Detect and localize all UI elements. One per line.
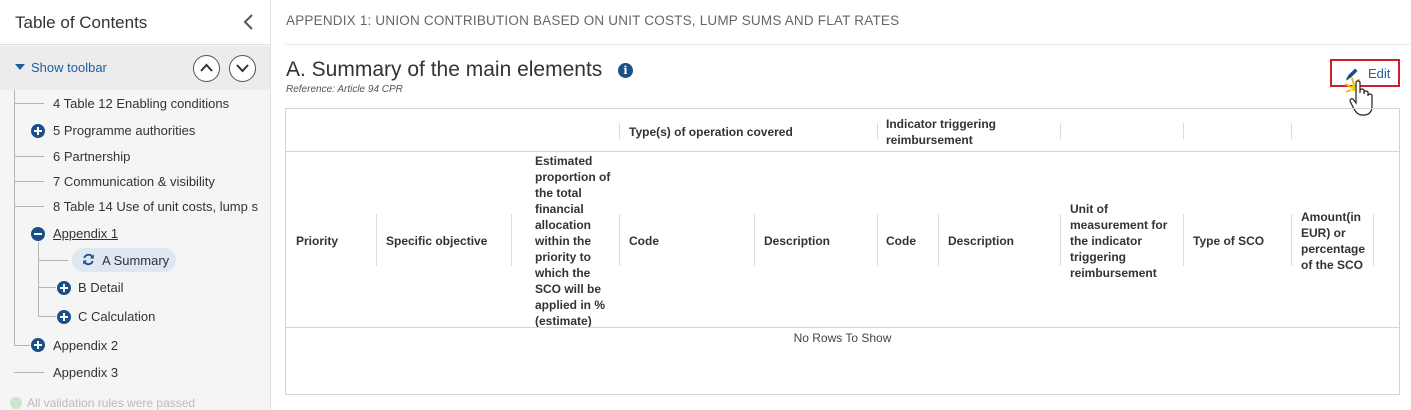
expand-icon[interactable] [31, 124, 45, 138]
toc-item-communication[interactable]: 7 Communication & visibility [53, 174, 215, 189]
toc-item-appendix-1[interactable]: Appendix 1 [53, 226, 118, 241]
info-icon[interactable]: i [618, 63, 633, 78]
summary-table: Type(s) of operation covered Indicator t… [285, 108, 1400, 395]
collapse-sidebar-icon[interactable] [240, 12, 258, 32]
refresh-icon [82, 253, 95, 271]
expand-icon[interactable] [57, 310, 71, 324]
show-toolbar-label: Show toolbar [31, 60, 107, 75]
toc-item-appendix-2[interactable]: Appendix 2 [53, 338, 118, 353]
toc-item-appendix-3[interactable]: Appendix 3 [53, 365, 118, 380]
expand-icon[interactable] [57, 281, 71, 295]
column-header[interactable]: Description [948, 233, 1014, 249]
expand-icon[interactable] [31, 338, 45, 352]
column-header[interactable]: Code [629, 233, 659, 249]
divider [285, 44, 1411, 45]
check-icon [10, 397, 22, 409]
toc-item-b-detail[interactable]: B Detail [78, 280, 124, 295]
collapse-icon[interactable] [31, 227, 45, 241]
group-header-indicator: Indicator triggering reimbursement [886, 117, 997, 147]
validation-text: All validation rules were passed [27, 396, 196, 410]
group-header-operation: Type(s) of operation covered [629, 125, 793, 139]
toc-header: Table of Contents [0, 0, 270, 45]
column-header[interactable]: Code [886, 233, 916, 249]
column-header[interactable]: Description [764, 233, 830, 249]
toc-item-partnership[interactable]: 6 Partnership [53, 149, 130, 164]
column-header[interactable]: Specific objective [386, 233, 487, 249]
app-root: Table of Contents Show toolbar 4 Table 1… [0, 0, 1411, 410]
move-down-button[interactable] [229, 55, 256, 82]
toc-item-a-summary[interactable]: A Summary [102, 253, 169, 268]
chevron-down-icon [236, 64, 249, 73]
column-header[interactable]: Amount(in EUR) or percentage of the SCO [1301, 209, 1379, 273]
caret-down-icon [15, 64, 25, 70]
reference-text: Reference: Article 94 CPR [286, 84, 403, 95]
show-toolbar-toggle[interactable]: Show toolbar [15, 60, 107, 75]
column-header[interactable]: Unit of measurement for the indicator tr… [1070, 201, 1170, 281]
toc-tree: 4 Table 12 Enabling conditions 5 Program… [0, 90, 270, 410]
toc-item-programme-authorities[interactable]: 5 Programme authorities [53, 123, 195, 138]
toc-item-unit-costs[interactable]: 8 Table 14 Use of unit costs, lump s [53, 199, 258, 214]
breadcrumb: APPENDIX 1: UNION CONTRIBUTION BASED ON … [286, 13, 900, 28]
column-header[interactable]: Type of SCO [1193, 233, 1264, 249]
page-title: A. Summary of the main elements [286, 58, 603, 81]
validation-status: All validation rules were passed [10, 396, 195, 410]
toc-sidebar: Table of Contents Show toolbar 4 Table 1… [0, 0, 271, 410]
column-header[interactable]: Estimated proportion of the total financ… [535, 153, 615, 329]
column-header[interactable]: Priority [296, 233, 338, 249]
toc-title: Table of Contents [15, 13, 148, 32]
move-up-button[interactable] [193, 55, 220, 82]
empty-message: No Rows To Show [793, 331, 892, 345]
chevron-up-icon [200, 63, 213, 72]
toc-item-c-calculation[interactable]: C Calculation [78, 309, 155, 324]
toolbar-row: Show toolbar [0, 46, 270, 90]
toc-item-enabling-conditions[interactable]: 4 Table 12 Enabling conditions [53, 96, 229, 111]
